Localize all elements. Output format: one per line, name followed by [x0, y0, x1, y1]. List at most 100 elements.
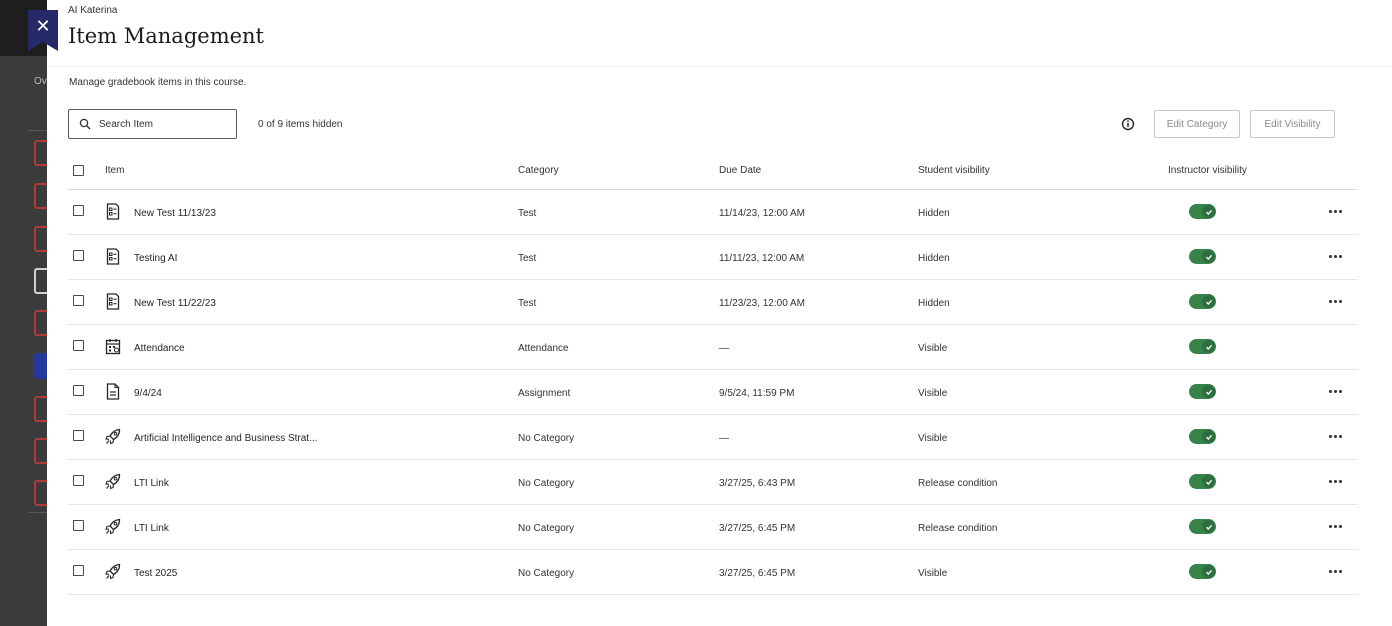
select-all-checkbox[interactable] [73, 165, 84, 176]
item-name-link[interactable]: New Test 11/13/23 [134, 208, 216, 219]
item-student-visibility[interactable]: Visible [918, 568, 947, 579]
ellipsis-icon [1328, 254, 1332, 258]
page-title: Item Management [68, 24, 264, 48]
more-options-button[interactable] [1326, 472, 1344, 490]
ellipsis-dot [1338, 479, 1342, 483]
instructor-visibility-toggle[interactable] [1189, 204, 1216, 219]
ellipsis-icon [1328, 299, 1332, 303]
more-options-button[interactable] [1326, 382, 1344, 400]
item-category: Test [518, 298, 537, 309]
ellipsis-dot [1338, 299, 1342, 303]
item-name-link[interactable]: Test 2025 [134, 568, 177, 579]
search-icon [79, 118, 91, 130]
row-checkbox[interactable] [73, 295, 84, 306]
more-options-button[interactable] [1326, 517, 1344, 535]
rocket-icon [105, 563, 121, 580]
search-input[interactable] [99, 118, 224, 130]
item-student-visibility[interactable]: Release condition [918, 478, 998, 489]
item-student-visibility[interactable]: Hidden [918, 253, 950, 264]
instructor-visibility-toggle[interactable] [1189, 339, 1216, 354]
ellipsis-icon [1328, 479, 1332, 483]
rocket-icon [105, 518, 121, 535]
close-button[interactable]: ✕ [28, 10, 58, 51]
instructor-visibility-toggle[interactable] [1189, 294, 1216, 309]
rocket-icon [105, 428, 121, 445]
item-name-link[interactable]: Attendance [134, 343, 185, 354]
more-options-button[interactable] [1326, 292, 1344, 310]
background-item-icon [34, 310, 47, 336]
table-body: New Test 11/13/23 Test 11/14/23, 12:00 AM H… [68, 190, 1358, 595]
row-checkbox[interactable] [73, 385, 84, 396]
ellipsis-dot [1338, 434, 1342, 438]
more-options-button[interactable] [1326, 562, 1344, 580]
item-name-link[interactable]: Artificial Intelligence and Business Str… [134, 433, 317, 444]
search-box[interactable] [68, 109, 237, 139]
table-row: Testing AI Test 11/11/23, 12:00 AM Hidden [68, 235, 1358, 280]
item-category: No Category [518, 568, 575, 579]
course-name: AI Katerina [68, 5, 118, 16]
ellipsis-dot [1333, 569, 1337, 573]
background-item-icon [34, 268, 47, 294]
item-student-visibility[interactable]: Hidden [918, 208, 950, 219]
edit-category-button[interactable]: Edit Category [1154, 110, 1240, 138]
table-row: LTI Link No Category 3/27/25, 6:45 PM Relea… [68, 505, 1358, 550]
ellipsis-dot [1338, 569, 1342, 573]
info-icon[interactable] [1121, 117, 1135, 131]
instructor-visibility-toggle[interactable] [1189, 564, 1216, 579]
background-divider [28, 130, 47, 131]
checkmark-icon [1202, 205, 1215, 218]
background-item-icon [34, 226, 47, 252]
hidden-items-count: 0 of 9 items hidden [258, 119, 343, 130]
checkmark-icon [1202, 430, 1215, 443]
attendance-icon [105, 338, 121, 355]
header-divider [47, 66, 1392, 67]
row-checkbox[interactable] [73, 565, 84, 576]
items-table: Item Category Due Date Student visibilit… [68, 154, 1358, 595]
column-header-item[interactable]: Item [105, 165, 124, 176]
more-options-button[interactable] [1326, 202, 1344, 220]
background-item-icon [34, 480, 47, 506]
row-checkbox[interactable] [73, 475, 84, 486]
instructor-visibility-toggle[interactable] [1189, 429, 1216, 444]
item-name-link[interactable]: 9/4/24 [134, 388, 162, 399]
checkmark-icon [1202, 385, 1215, 398]
checkmark-icon [1202, 475, 1215, 488]
item-student-visibility[interactable]: Visible [918, 388, 947, 399]
background-item-icon [34, 353, 47, 379]
table-header-row: Item Category Due Date Student visibilit… [68, 154, 1358, 190]
column-header-category[interactable]: Category [518, 165, 559, 176]
item-name-link[interactable]: Testing AI [134, 253, 177, 264]
item-student-visibility[interactable]: Visible [918, 343, 947, 354]
item-student-visibility[interactable]: Visible [918, 433, 947, 444]
row-checkbox[interactable] [73, 340, 84, 351]
ellipsis-icon [1328, 389, 1332, 393]
more-options-button[interactable] [1326, 247, 1344, 265]
item-name-link[interactable]: LTI Link [134, 523, 169, 534]
test-icon [105, 203, 121, 220]
row-checkbox[interactable] [73, 205, 84, 216]
instructor-visibility-toggle[interactable] [1189, 519, 1216, 534]
item-student-visibility[interactable]: Release condition [918, 523, 998, 534]
more-options-button[interactable] [1326, 427, 1344, 445]
item-due-date: — [719, 433, 729, 444]
row-checkbox[interactable] [73, 250, 84, 261]
ellipsis-icon [1328, 209, 1332, 213]
item-name-link[interactable]: New Test 11/22/23 [134, 298, 216, 309]
item-name-link[interactable]: LTI Link [134, 478, 169, 489]
instructor-visibility-toggle[interactable] [1189, 384, 1216, 399]
page-description: Manage gradebook items in this course. [69, 77, 247, 88]
rocket-icon [105, 473, 121, 490]
ellipsis-dot [1338, 209, 1342, 213]
item-student-visibility[interactable]: Hidden [918, 298, 950, 309]
table-row: Attendance Attendance — Visible [68, 325, 1358, 370]
instructor-visibility-toggle[interactable] [1189, 474, 1216, 489]
row-checkbox[interactable] [73, 520, 84, 531]
test-icon [105, 248, 121, 265]
ellipsis-dot [1338, 389, 1342, 393]
item-due-date: 11/23/23, 12:00 AM [719, 298, 805, 309]
assignment-icon [105, 383, 121, 400]
row-checkbox[interactable] [73, 430, 84, 441]
column-header-due-date[interactable]: Due Date [719, 165, 761, 176]
edit-visibility-button[interactable]: Edit Visibility [1250, 110, 1335, 138]
instructor-visibility-toggle[interactable] [1189, 249, 1216, 264]
